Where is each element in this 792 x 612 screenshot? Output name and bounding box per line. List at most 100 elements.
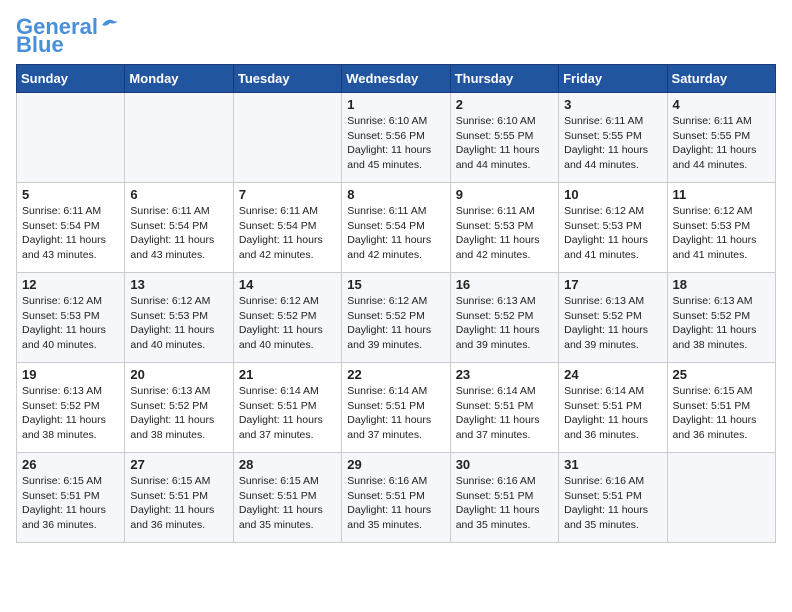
calendar-cell: 6 Sunrise: 6:11 AM Sunset: 5:54 PM Daylig… [125,183,233,273]
calendar-cell: 31 Sunrise: 6:16 AM Sunset: 5:51 PM Dayli… [559,453,667,543]
cell-content: Sunrise: 6:10 AM Sunset: 5:56 PM Dayligh… [347,114,444,173]
cell-content: Sunrise: 6:13 AM Sunset: 5:52 PM Dayligh… [456,294,553,353]
cell-content: Sunrise: 6:14 AM Sunset: 5:51 PM Dayligh… [456,384,553,443]
calendar-cell: 29Sunrise: 6:16 AM Sunset: 5:51 PM Dayli… [342,453,450,543]
cell-content: Sunrise: 6:11 AM Sunset: 5:55 PM Dayligh… [564,114,661,173]
day-number: 24 [564,367,661,382]
calendar-week-1: 1Sunrise: 6:10 AM Sunset: 5:56 PM Daylig… [17,93,776,183]
day-number: 9 [456,187,553,202]
calendar-cell: 16Sunrise: 6:13 AM Sunset: 5:52 PM Dayli… [450,273,558,363]
day-number: 3 [564,97,661,112]
day-number: 7 [239,187,336,202]
calendar-week-2: 5Sunrise: 6:11 AM Sunset: 5:54 PM Daylig… [17,183,776,273]
calendar-cell: 3 Sunrise: 6:11 AM Sunset: 5:55 PM Daylig… [559,93,667,183]
calendar-cell: 8 Sunrise: 6:11 AM Sunset: 5:54 PM Daylig… [342,183,450,273]
cell-content: Sunrise: 6:15 AM Sunset: 5:51 PM Dayligh… [130,474,227,533]
day-number: 11 [673,187,770,202]
cell-content: Sunrise: 6:11 AM Sunset: 5:55 PM Dayligh… [673,114,770,173]
calendar-cell: 15 Sunrise: 6:12 AM Sunset: 5:52 PM Dayli… [342,273,450,363]
day-number: 28 [239,457,336,472]
day-number: 25 [673,367,770,382]
cell-content: Sunrise: 6:11 AM Sunset: 5:54 PM Dayligh… [130,204,227,263]
calendar-cell: 18 Sunrise: 6:13 AM Sunset: 5:52 PM Dayli… [667,273,775,363]
calendar-cell: 10Sunrise: 6:12 AM Sunset: 5:53 PM Dayli… [559,183,667,273]
cell-content: Sunrise: 6:14 AM Sunset: 5:51 PM Dayligh… [347,384,444,443]
weekday-header-row: SundayMondayTuesdayWednesdayThursdayFrid… [17,65,776,93]
weekday-header-friday: Friday [559,65,667,93]
cell-content: Sunrise: 6:11 AM Sunset: 5:54 PM Dayligh… [347,204,444,263]
weekday-header-sunday: Sunday [17,65,125,93]
cell-content: Sunrise: 6:13 AM Sunset: 5:52 PM Dayligh… [673,294,770,353]
calendar-cell: 19 Sunrise: 6:13 AM Sunset: 5:52 PM Dayli… [17,363,125,453]
calendar-cell: 30Sunrise: 6:16 AM Sunset: 5:51 PM Dayli… [450,453,558,543]
day-number: 18 [673,277,770,292]
calendar-cell: 26 Sunrise: 6:15 AM Sunset: 5:51 PM Dayli… [17,453,125,543]
cell-content: Sunrise: 6:13 AM Sunset: 5:52 PM Dayligh… [22,384,119,443]
cell-content: Sunrise: 6:11 AM Sunset: 5:54 PM Dayligh… [239,204,336,263]
day-number: 21 [239,367,336,382]
cell-content: Sunrise: 6:14 AM Sunset: 5:51 PM Dayligh… [564,384,661,443]
day-number: 14 [239,277,336,292]
page-header: General Blue [16,16,776,56]
calendar-table: SundayMondayTuesdayWednesdayThursdayFrid… [16,64,776,543]
cell-content: Sunrise: 6:15 AM Sunset: 5:51 PM Dayligh… [239,474,336,533]
day-number: 29 [347,457,444,472]
calendar-cell: 9 Sunrise: 6:11 AM Sunset: 5:53 PM Daylig… [450,183,558,273]
cell-content: Sunrise: 6:10 AM Sunset: 5:55 PM Dayligh… [456,114,553,173]
day-number: 31 [564,457,661,472]
day-number: 15 [347,277,444,292]
day-number: 26 [22,457,119,472]
calendar-cell: 24 Sunrise: 6:14 AM Sunset: 5:51 PM Dayli… [559,363,667,453]
calendar-cell: 2 Sunrise: 6:10 AM Sunset: 5:55 PM Daylig… [450,93,558,183]
calendar-cell: 4 Sunrise: 6:11 AM Sunset: 5:55 PM Daylig… [667,93,775,183]
day-number: 22 [347,367,444,382]
cell-content: Sunrise: 6:16 AM Sunset: 5:51 PM Dayligh… [564,474,661,533]
weekday-header-wednesday: Wednesday [342,65,450,93]
cell-content: Sunrise: 6:12 AM Sunset: 5:53 PM Dayligh… [673,204,770,263]
logo-blue-text: Blue [16,34,64,56]
day-number: 23 [456,367,553,382]
weekday-header-thursday: Thursday [450,65,558,93]
day-number: 2 [456,97,553,112]
cell-content: Sunrise: 6:15 AM Sunset: 5:51 PM Dayligh… [673,384,770,443]
cell-content: Sunrise: 6:12 AM Sunset: 5:52 PM Dayligh… [239,294,336,353]
calendar-cell: 25 Sunrise: 6:15 AM Sunset: 5:51 PM Dayli… [667,363,775,453]
calendar-cell: 5Sunrise: 6:11 AM Sunset: 5:54 PM Daylig… [17,183,125,273]
day-number: 6 [130,187,227,202]
cell-content: Sunrise: 6:13 AM Sunset: 5:52 PM Dayligh… [130,384,227,443]
day-number: 8 [347,187,444,202]
calendar-week-3: 12 Sunrise: 6:12 AM Sunset: 5:53 PM Dayli… [17,273,776,363]
day-number: 19 [22,367,119,382]
day-number: 4 [673,97,770,112]
calendar-cell: 22 Sunrise: 6:14 AM Sunset: 5:51 PM Dayli… [342,363,450,453]
day-number: 27 [130,457,227,472]
cell-content: Sunrise: 6:12 AM Sunset: 5:53 PM Dayligh… [130,294,227,353]
calendar-cell: 11 Sunrise: 6:12 AM Sunset: 5:53 PM Dayli… [667,183,775,273]
day-number: 12 [22,277,119,292]
day-number: 10 [564,187,661,202]
cell-content: Sunrise: 6:12 AM Sunset: 5:53 PM Dayligh… [22,294,119,353]
calendar-cell [17,93,125,183]
cell-content: Sunrise: 6:15 AM Sunset: 5:51 PM Dayligh… [22,474,119,533]
calendar-cell: 20 Sunrise: 6:13 AM Sunset: 5:52 PM Dayli… [125,363,233,453]
calendar-cell: 14 Sunrise: 6:12 AM Sunset: 5:52 PM Dayli… [233,273,341,363]
calendar-cell: 21 Sunrise: 6:14 AM Sunset: 5:51 PM Dayli… [233,363,341,453]
cell-content: Sunrise: 6:11 AM Sunset: 5:53 PM Dayligh… [456,204,553,263]
weekday-header-tuesday: Tuesday [233,65,341,93]
weekday-header-saturday: Saturday [667,65,775,93]
calendar-cell [125,93,233,183]
cell-content: Sunrise: 6:11 AM Sunset: 5:54 PM Dayligh… [22,204,119,263]
calendar-cell: 23 Sunrise: 6:14 AM Sunset: 5:51 PM Dayli… [450,363,558,453]
cell-content: Sunrise: 6:14 AM Sunset: 5:51 PM Dayligh… [239,384,336,443]
calendar-cell: 13Sunrise: 6:12 AM Sunset: 5:53 PM Dayli… [125,273,233,363]
calendar-cell: 12 Sunrise: 6:12 AM Sunset: 5:53 PM Dayli… [17,273,125,363]
calendar-cell: 17Sunrise: 6:13 AM Sunset: 5:52 PM Dayli… [559,273,667,363]
cell-content: Sunrise: 6:12 AM Sunset: 5:52 PM Dayligh… [347,294,444,353]
calendar-cell: 1Sunrise: 6:10 AM Sunset: 5:56 PM Daylig… [342,93,450,183]
cell-content: Sunrise: 6:13 AM Sunset: 5:52 PM Dayligh… [564,294,661,353]
calendar-cell [233,93,341,183]
calendar-cell: 7 Sunrise: 6:11 AM Sunset: 5:54 PM Daylig… [233,183,341,273]
calendar-cell: 28 Sunrise: 6:15 AM Sunset: 5:51 PM Dayli… [233,453,341,543]
day-number: 20 [130,367,227,382]
day-number: 30 [456,457,553,472]
